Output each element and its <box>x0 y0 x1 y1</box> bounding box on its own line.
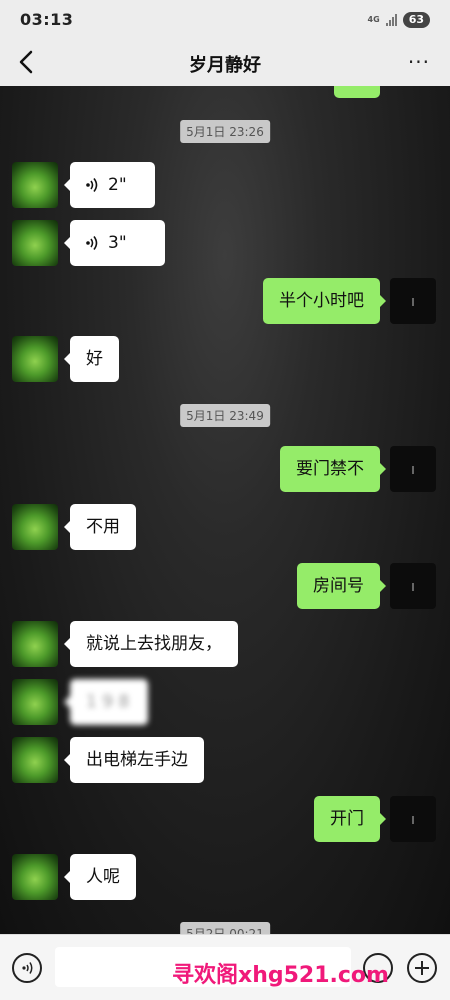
received-message-bubble[interactable]: 不用 <box>64 504 136 550</box>
sent-message-bubble[interactable]: 房间号 <box>297 563 386 609</box>
received-message-bubble[interactable]: 就说上去找朋友， <box>64 621 238 667</box>
status-icons: 4G 63 <box>368 12 430 28</box>
timestamp: 5月2日 00:21 <box>180 922 270 934</box>
sent-message-bubble[interactable]: 要门禁不 <box>280 446 386 492</box>
contact-avatar[interactable] <box>12 336 58 382</box>
sent-message-bubble[interactable]: 半个小时吧 <box>263 278 386 324</box>
chat-header: 岁月静好 ··· <box>0 40 450 86</box>
partial-sent-bubble <box>334 86 380 98</box>
blurred-message-bubble[interactable]: 1 9 8 <box>64 679 148 725</box>
user-avatar[interactable] <box>390 278 436 324</box>
contact-avatar[interactable] <box>12 737 58 783</box>
user-avatar[interactable] <box>390 563 436 609</box>
more-options-icon[interactable]: ··· <box>408 50 430 74</box>
voice-duration: 3" <box>108 233 127 253</box>
voice-wave-icon <box>86 236 98 250</box>
contact-avatar[interactable] <box>12 679 58 725</box>
received-message-bubble[interactable]: 出电梯左手边 <box>64 737 204 783</box>
voice-message-bubble[interactable]: 3" <box>64 220 165 266</box>
input-bar: 寻欢阁xhg521.com <box>0 934 450 1000</box>
contact-avatar[interactable] <box>12 220 58 266</box>
status-bar: 03:13 4G 63 <box>0 0 450 40</box>
contact-avatar[interactable] <box>12 162 58 208</box>
contact-avatar[interactable] <box>12 621 58 667</box>
plus-icon[interactable] <box>407 953 437 983</box>
status-time: 03:13 <box>20 10 74 29</box>
voice-duration: 2" <box>108 175 127 195</box>
received-message-bubble[interactable]: 人呢 <box>64 854 136 900</box>
signal-icon <box>385 14 397 26</box>
voice-wave-icon <box>22 962 33 974</box>
timestamp: 5月1日 23:49 <box>180 404 270 427</box>
voice-wave-icon <box>86 178 98 192</box>
voice-input-icon[interactable] <box>12 953 42 983</box>
received-message-bubble[interactable]: 好 <box>64 336 119 382</box>
battery-icon: 63 <box>402 12 430 28</box>
contact-avatar[interactable] <box>12 504 58 550</box>
user-avatar[interactable] <box>390 446 436 492</box>
chat-area[interactable]: 5月1日 23:26 2" 3" 半个小时吧 好 5月1日 23:49 要门禁不… <box>0 86 450 934</box>
chat-title: 岁月静好 <box>189 55 261 76</box>
sent-message-bubble[interactable]: 开门 <box>314 796 386 842</box>
voice-message-bubble[interactable]: 2" <box>64 162 155 208</box>
watermark-text: 寻欢阁xhg521.com <box>172 963 389 988</box>
timestamp: 5月1日 23:26 <box>180 120 270 143</box>
network-4g-label: 4G <box>367 15 380 24</box>
contact-avatar[interactable] <box>12 854 58 900</box>
user-avatar[interactable] <box>390 796 436 842</box>
